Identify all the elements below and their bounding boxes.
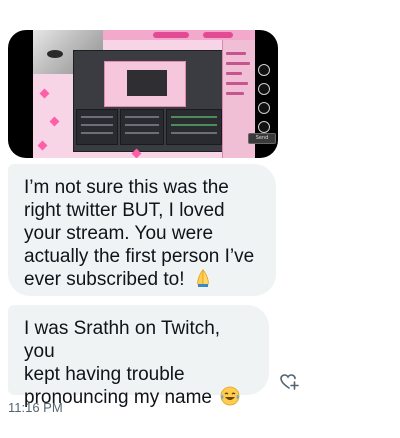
dm-conversation: Send I’m not sure this was the right twi… — [0, 0, 400, 438]
side-icon — [258, 64, 270, 76]
obs-window — [73, 50, 225, 152]
previous-message-cutoff — [175, 0, 235, 4]
chat-line — [226, 82, 248, 85]
eye-shape — [47, 50, 63, 58]
image-message[interactable]: Send — [8, 30, 278, 158]
panel-row — [125, 132, 159, 134]
send-chip: Send — [248, 133, 276, 144]
folded-hands-emoji — [193, 268, 213, 294]
side-icon — [258, 121, 270, 133]
chat-line — [226, 52, 246, 55]
chat-line — [226, 72, 242, 75]
stream-screenshot-image — [33, 30, 255, 158]
side-icon — [258, 102, 270, 114]
panel-row — [171, 124, 217, 126]
heart-plus-icon[interactable] — [279, 372, 299, 392]
panel-row — [125, 124, 159, 126]
obs-preview — [104, 61, 186, 107]
message-bubble[interactable]: I’m not sure this was the right twitter … — [8, 164, 276, 296]
phone-side-icons — [258, 64, 270, 140]
panel-row — [81, 132, 113, 134]
panel-row — [81, 124, 113, 126]
obs-panel — [120, 109, 164, 145]
side-icon — [258, 83, 270, 95]
chat-line — [226, 92, 244, 95]
obs-panel — [166, 109, 222, 145]
stream-tag — [203, 32, 233, 38]
message-line: kept having trouble — [24, 364, 185, 385]
message-bubble[interactable]: I was Srathh on Twitch, you kept having … — [8, 305, 269, 408]
message-line: I’m not sure this was the — [24, 177, 229, 198]
panel-row — [171, 132, 217, 134]
heart-decoration — [39, 88, 50, 99]
laughing-crying-emoji — [220, 386, 240, 412]
panel-row — [81, 116, 113, 118]
message-line: ever subscribed to! — [24, 268, 260, 294]
message-text: ever subscribed to! — [24, 269, 185, 290]
panel-row — [171, 116, 217, 118]
heart-decoration — [49, 116, 60, 127]
message-line: your stream. You were — [24, 223, 214, 244]
obs-panel — [76, 109, 118, 145]
panel-row — [125, 116, 159, 118]
chat-line — [226, 62, 250, 65]
stream-tag — [153, 32, 189, 38]
message-timestamp: 11:16 PM — [8, 400, 63, 415]
message-line: right twitter BUT, I loved — [24, 200, 225, 221]
obs-preview-inner — [127, 70, 167, 96]
message-line: I was Srathh on Twitch, you — [24, 318, 221, 362]
heart-decoration — [37, 140, 48, 151]
message-line: actually the first person I’ve — [24, 246, 255, 267]
